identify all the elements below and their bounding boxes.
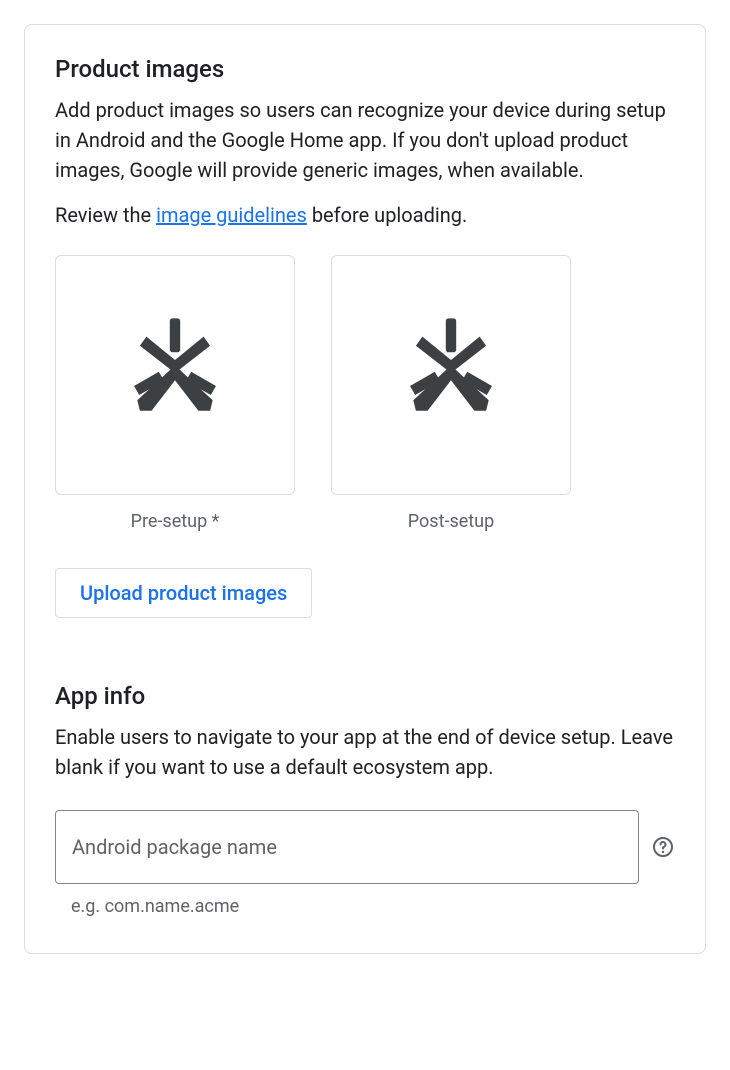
review-line: Review the image guidelines before uploa… [55, 203, 675, 227]
upload-product-images-button[interactable]: Upload product images [55, 568, 312, 618]
image-slot-post-setup: Post-setup [331, 255, 571, 532]
image-placeholder-pre-setup[interactable] [55, 255, 295, 495]
app-info-section: App info Enable users to navigate to you… [55, 682, 675, 917]
app-info-title: App info [55, 682, 675, 710]
package-name-row [55, 810, 675, 884]
package-name-hint: e.g. com.name.acme [71, 896, 675, 917]
review-suffix: before uploading. [307, 203, 467, 227]
image-caption-post-setup: Post-setup [408, 511, 494, 532]
settings-card: Product images Add product images so use… [24, 24, 706, 954]
image-slot-row: Pre-setup * [55, 255, 675, 532]
matter-logo-icon [386, 308, 516, 442]
matter-logo-icon [110, 308, 240, 442]
product-images-title: Product images [55, 55, 675, 83]
image-placeholder-post-setup[interactable] [331, 255, 571, 495]
image-slot-pre-setup: Pre-setup * [55, 255, 295, 532]
android-package-name-input[interactable] [55, 810, 639, 884]
product-images-section: Product images Add product images so use… [55, 55, 675, 618]
product-images-description: Add product images so users can recogniz… [55, 95, 675, 185]
image-caption-pre-setup: Pre-setup * [131, 511, 220, 532]
help-icon[interactable] [651, 835, 675, 859]
app-info-description: Enable users to navigate to your app at … [55, 722, 675, 782]
review-prefix: Review the [55, 203, 156, 227]
image-guidelines-link[interactable]: image guidelines [156, 203, 307, 227]
